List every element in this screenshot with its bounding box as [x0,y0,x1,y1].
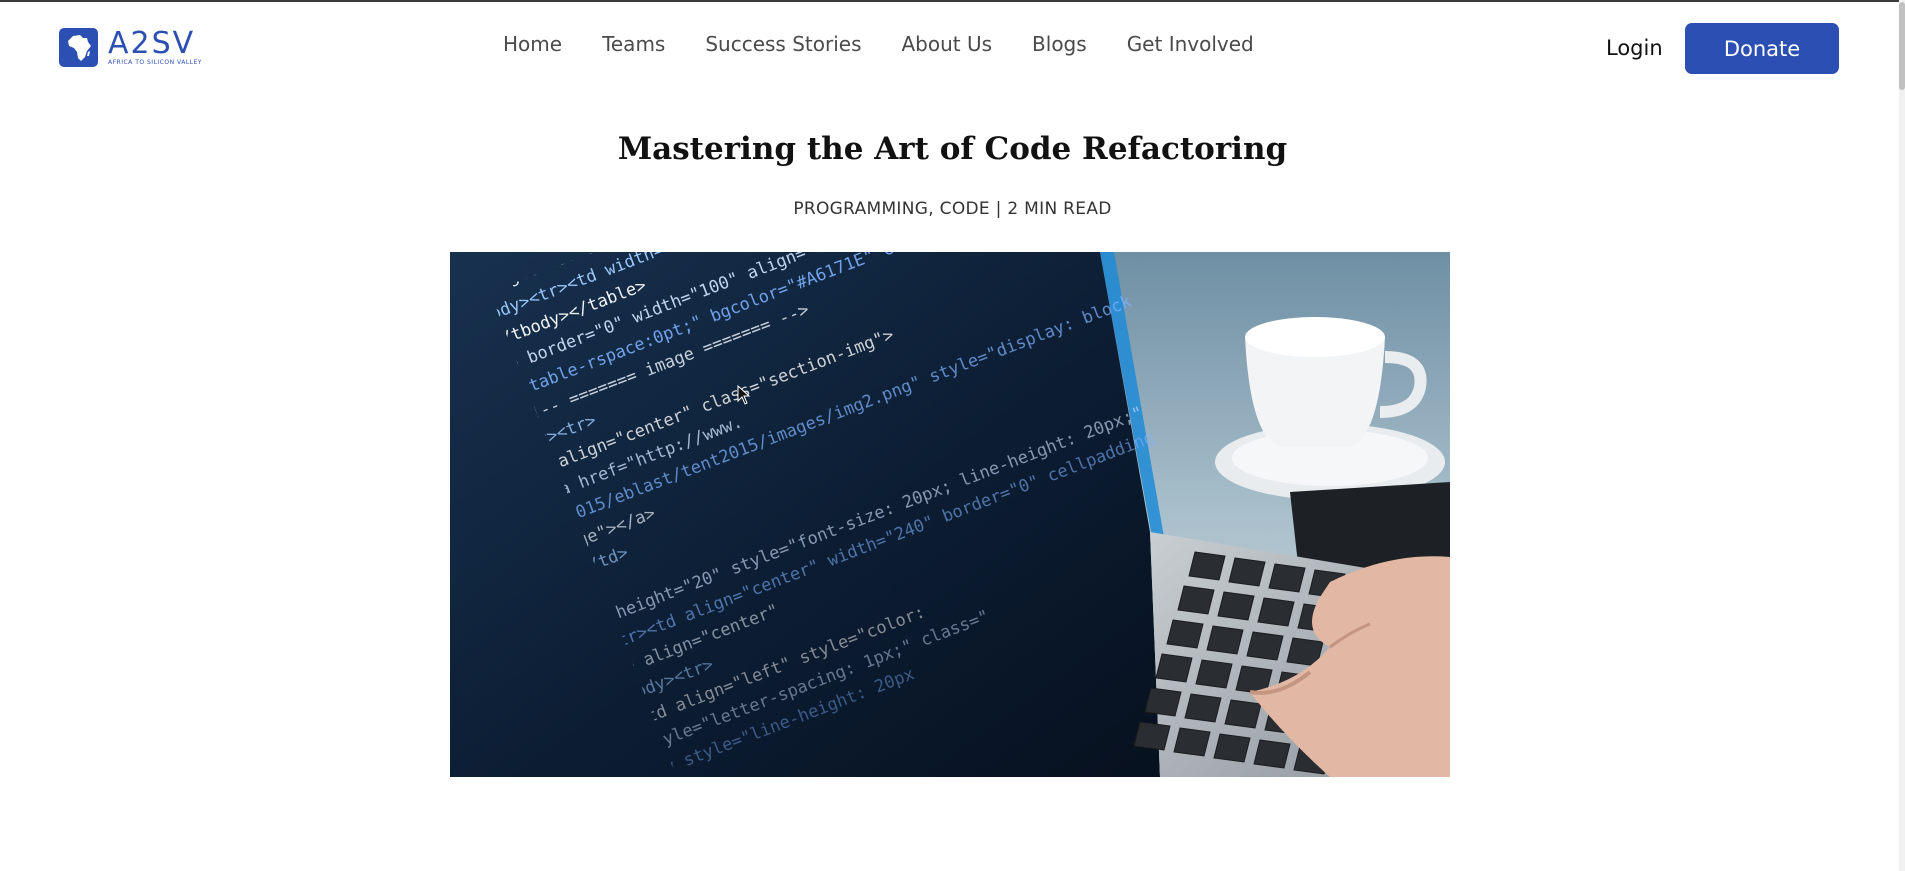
keyboard-key [1166,619,1204,649]
keyboard-key [1188,551,1226,581]
keyboard-key [1173,727,1211,757]
keyboard-key [1257,597,1295,627]
keyboard-key [1253,739,1291,769]
site-header: A2SV AFRICA TO SILICON VALLEY Home Teams… [0,2,1905,90]
logo-tagline: AFRICA TO SILICON VALLEY [108,59,202,66]
article-hero-image: <!--[if gte mso 9]><table width="100%"<t… [450,252,1450,777]
nav-get-involved[interactable]: Get Involved [1127,32,1254,56]
logo-word: A2SV [108,26,196,61]
logo-wordmark: A2SV AFRICA TO SILICON VALLEY [108,29,202,66]
scrollbar-thumb[interactable] [1899,2,1905,90]
nav-home[interactable]: Home [503,32,562,56]
donate-button[interactable]: Donate [1685,23,1839,74]
site-logo[interactable]: A2SV AFRICA TO SILICON VALLEY [59,28,202,67]
keyboard-key [1195,659,1233,689]
keyboard-key [1228,557,1266,587]
keyboard-key [1268,563,1306,593]
keyboard-key [1224,699,1262,729]
nav-teams[interactable]: Teams [602,32,665,56]
nav-success-stories[interactable]: Success Stories [705,32,861,56]
keyboard-key [1217,591,1255,621]
africa-map-icon [59,28,98,67]
keyboard-key [1213,733,1251,763]
keyboard-key [1177,585,1215,615]
nav-blogs[interactable]: Blogs [1032,32,1087,56]
article-title: Mastering the Art of Code Refactoring [617,131,1288,167]
keyboard-key [1155,653,1193,683]
page-scrollbar[interactable] [1899,0,1905,871]
keyboard-key [1184,693,1222,723]
article-meta: PROGRAMMING, CODE | 2 MIN READ [793,199,1112,219]
keyboard-key [1246,631,1284,661]
login-link[interactable]: Login [1606,36,1663,60]
keyboard-key [1206,625,1244,655]
keyboard-key [1133,721,1171,751]
main-nav: Home Teams Success Stories About Us Blog… [503,32,1254,56]
keyboard-key [1144,687,1182,717]
nav-about-us[interactable]: About Us [902,32,993,56]
mouse-cursor-icon [737,384,751,410]
